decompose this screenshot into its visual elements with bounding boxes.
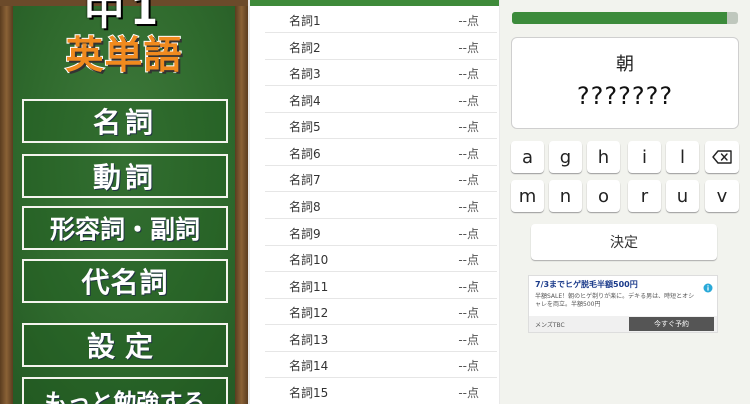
key-n[interactable]: n (549, 180, 582, 212)
list-item[interactable]: 名詞6 --点 (265, 139, 497, 166)
list-item-score: --点 (458, 67, 479, 81)
list-item-name: 名詞4 (289, 94, 321, 108)
ad-brand: メンズTBC (535, 322, 565, 329)
backspace-key[interactable] (705, 141, 739, 173)
list-item-score: --点 (458, 200, 479, 214)
list-item-name: 名詞11 (289, 280, 329, 294)
menu-button-study-more[interactable]: もっと勉強する (22, 377, 228, 404)
menu-button-verbs[interactable]: 動詞 (22, 154, 228, 198)
list-item-name: 名詞15 (289, 386, 329, 400)
question-card: 朝 ??????? (511, 37, 739, 129)
app-title: 英単語 (64, 32, 183, 78)
menu-button-nouns[interactable]: 名詞 (22, 99, 228, 143)
list-item-name: 名詞10 (289, 253, 329, 267)
list-item-score: --点 (458, 227, 479, 241)
list-item-score: --点 (458, 253, 479, 267)
list-item-score: --点 (458, 120, 479, 134)
key-g[interactable]: g (549, 141, 582, 173)
key-i[interactable]: i (628, 141, 661, 173)
list-item-score: --点 (458, 94, 479, 108)
list-item[interactable]: 名詞3 --点 (265, 59, 497, 86)
list-item-name: 名詞7 (289, 173, 321, 187)
list-item-name: 名詞2 (289, 41, 321, 55)
key-v[interactable]: v (705, 180, 739, 212)
backspace-icon (712, 150, 732, 164)
list-item-name: 名詞3 (289, 67, 321, 81)
list-item-score: --点 (458, 333, 479, 347)
list-item-name: 名詞13 (289, 333, 329, 347)
ad-body: 半額SALE！朝のヒゲ剃りが楽に。デキる男は、時短とオシャレを両立。半額500円 (535, 293, 695, 308)
list-item[interactable]: 名詞13 --点 (265, 325, 497, 352)
list-item-name: 名詞5 (289, 120, 321, 134)
lesson-list-panel: 名詞1 --点 名詞2 --点 名詞3 --点 名詞4 --点 名詞5 --点 名詞6 --… (250, 0, 500, 404)
question-word: 朝 (616, 54, 634, 75)
ad-title[interactable]: 7/3までヒゲ脱毛半額500円 (535, 279, 638, 290)
list-item-score: --点 (458, 147, 479, 161)
list-item-name: 名詞14 (289, 359, 329, 373)
ad-cta-button[interactable]: 今すぐ予約 (629, 317, 714, 331)
progress-bar-fill (512, 12, 727, 24)
list-item-name: 名詞12 (289, 306, 329, 320)
answer-mask: ??????? (576, 82, 674, 110)
list-item-name: 名詞9 (289, 227, 321, 241)
menu-button-adjectives-adverbs[interactable]: 形容詞・副詞 (22, 206, 228, 250)
ad-info-icon[interactable] (703, 278, 713, 293)
list-item[interactable]: 名詞8 --点 (265, 192, 497, 219)
list-item-score: --点 (458, 386, 479, 400)
decide-button[interactable]: 決定 (531, 224, 717, 260)
list-item[interactable]: 名詞11 --点 (265, 272, 497, 299)
list-item-name: 名詞1 (289, 14, 321, 28)
menu-button-settings[interactable]: 設定 (22, 323, 228, 367)
key-m[interactable]: m (511, 180, 544, 212)
list-item[interactable]: 名詞4 --点 (265, 86, 497, 113)
key-h[interactable]: h (587, 141, 620, 173)
list-item-score: --点 (458, 173, 479, 187)
key-a[interactable]: a (511, 141, 544, 173)
list-item-name: 名詞6 (289, 147, 321, 161)
list-item[interactable]: 名詞1 --点 (265, 6, 497, 33)
key-l[interactable]: l (666, 141, 699, 173)
list-item[interactable]: 名詞9 --点 (265, 219, 497, 246)
list-item[interactable]: 名詞7 --点 (265, 165, 497, 192)
list-item-score: --点 (458, 359, 479, 373)
list-item[interactable]: 名詞14 --点 (265, 351, 497, 378)
list-item[interactable]: 名詞5 --点 (265, 112, 497, 139)
list-item-score: --点 (458, 41, 479, 55)
list-item[interactable]: 名詞10 --点 (265, 245, 497, 272)
list-item-score: --点 (458, 306, 479, 320)
key-o[interactable]: o (587, 180, 620, 212)
list-item[interactable]: 名詞12 --点 (265, 298, 497, 325)
ad-banner[interactable]: 7/3までヒゲ脱毛半額500円 半額SALE！朝のヒゲ剃りが楽に。デキる男は、時… (528, 275, 718, 333)
list-item[interactable]: 名詞15 --点 (265, 378, 497, 404)
menu-button-pronouns[interactable]: 代名詞 (22, 259, 228, 303)
quiz-panel: 朝 ??????? a g h i l m n o r u v 決定 7/3まで… (500, 0, 750, 404)
progress-bar (512, 12, 738, 24)
key-u[interactable]: u (666, 180, 699, 212)
list-item-score: --点 (458, 14, 479, 28)
list-item[interactable]: 名詞2 --点 (265, 33, 497, 60)
list-item-name: 名詞8 (289, 200, 321, 214)
main-menu-panel: 中1 英単語 名詞 動詞 形容詞・副詞 代名詞 設定 もっと勉強する (0, 0, 248, 404)
list-item-score: --点 (458, 280, 479, 294)
key-r[interactable]: r (628, 180, 661, 212)
